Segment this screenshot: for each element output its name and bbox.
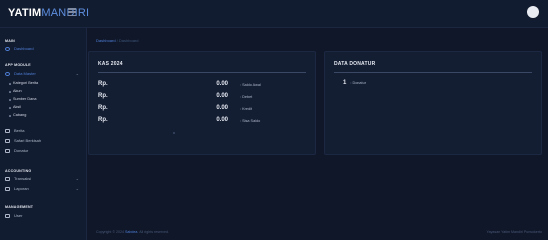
breadcrumb-link[interactable]: Dashboard — [96, 38, 116, 43]
card-title: DATA DONATUR — [334, 61, 376, 67]
sidebar-subitem-akun[interactable]: Akun — [9, 89, 22, 93]
sidebar-item-donatur[interactable]: Donatur — [5, 147, 83, 154]
section-app-module: APP MODULE — [5, 63, 31, 67]
pen-icon — [5, 176, 10, 181]
database-icon — [5, 71, 10, 76]
sidebar-item-transaksi[interactable]: Transaksi ⌄ — [5, 175, 83, 182]
sidebar-subitem-aksi[interactable]: Aksil — [8, 105, 21, 109]
card-title: KAS 2024 — [98, 61, 123, 67]
avatar[interactable] — [527, 6, 539, 18]
sidebar-item-berita[interactable]: Berita — [5, 127, 83, 134]
donatur-count-row: 1: Donatur — [343, 80, 366, 86]
newspaper-icon — [5, 128, 10, 133]
user-icon — [5, 213, 10, 218]
sidebar-subitem-kategori-berita[interactable]: Kategori Berita — [8, 81, 38, 85]
section-accounting: ACCOUNTING — [5, 169, 32, 173]
divider — [334, 72, 532, 73]
sidebar-subitem-sumber-dana[interactable]: Sumber Dana — [8, 97, 36, 101]
chevron-down-icon: ⌄ — [75, 176, 79, 181]
footer-org: Yayasan Yatim Mandiri Purwokerto — [486, 230, 542, 234]
donatur-card: DATA DONATUR 1: Donatur — [324, 51, 542, 155]
calendar-icon — [5, 148, 10, 153]
kas-row: Rp. 0.00 : Saldo Awal — [98, 81, 261, 87]
sidebar: MAIN Dashboard APP MODULE Data Master ⌄ … — [0, 28, 87, 240]
sidebar-subitem-cabang[interactable]: Cabang — [8, 113, 26, 117]
sidebar-item-laporan[interactable]: Laporan ⌄ — [5, 185, 83, 192]
chevron-down-icon: ⌄ — [75, 71, 79, 76]
section-main: MAIN — [5, 39, 15, 43]
kas-row: Rp. 0.00 : Kredit — [98, 105, 253, 111]
top-navbar: YATIMMANDIRI — [0, 0, 548, 28]
footer-link[interactable]: Sabdea — [125, 230, 137, 234]
sidebar-item-user[interactable]: User — [5, 212, 83, 219]
sidebar-item-data-master[interactable]: Data Master ⌄ — [5, 70, 83, 77]
brand-logo[interactable]: YATIMMANDIRI — [8, 7, 89, 19]
kas-row: Rp. 0.00 : Sisa Saldo — [98, 117, 261, 123]
dot — [173, 132, 175, 134]
calendar-icon — [5, 138, 10, 143]
dashboard-icon — [5, 46, 10, 51]
report-icon — [5, 186, 10, 191]
sidebar-item-safari-berkisah[interactable]: Safari Berkisah — [5, 137, 83, 144]
section-management: MANAGEMENT — [5, 205, 34, 209]
divider — [98, 72, 306, 73]
menu-toggle-icon[interactable] — [68, 8, 76, 16]
footer-copyright: Copyright © 2024 Sabdea. All rights rese… — [96, 230, 169, 234]
kas-card: KAS 2024 Rp. 0.00 : Saldo Awal Rp. 0.00 … — [88, 51, 316, 155]
kas-row: Rp. 0.00 : Debet — [98, 93, 253, 99]
chevron-down-icon: ⌄ — [75, 186, 79, 191]
sidebar-item-dashboard[interactable]: Dashboard — [5, 45, 83, 52]
breadcrumb: Dashboard / Dashboard — [96, 38, 139, 43]
